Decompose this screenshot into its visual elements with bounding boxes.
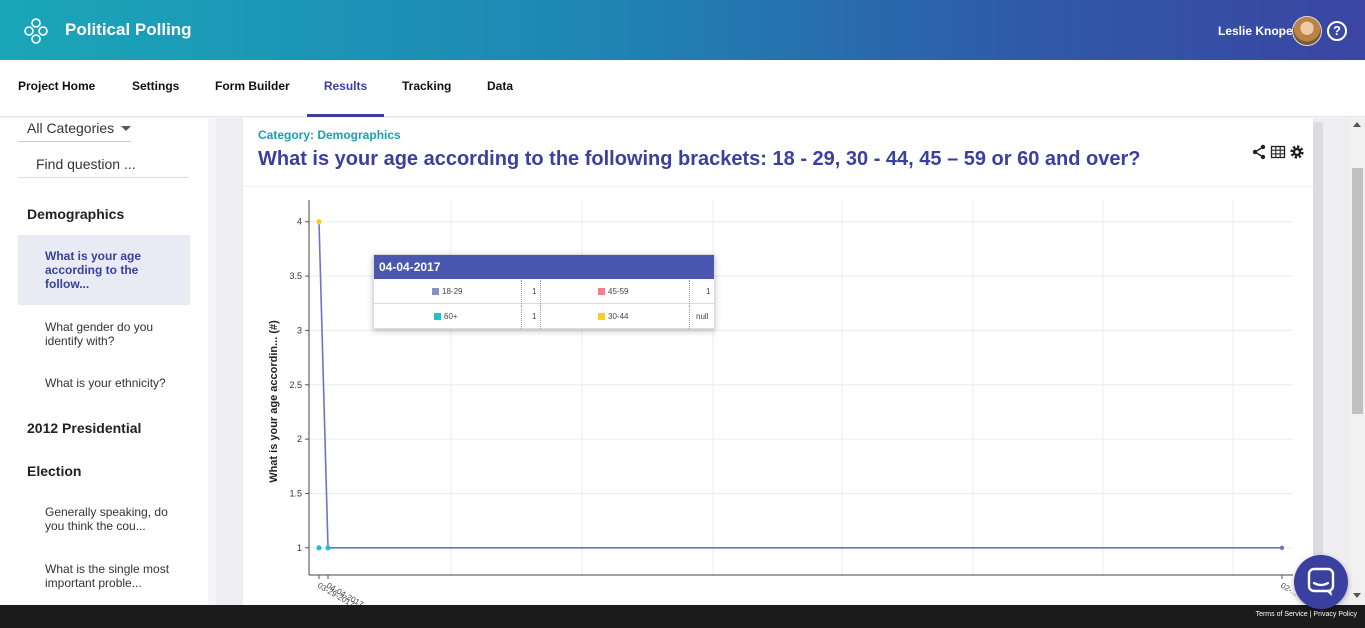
y-tick-label: 4 (297, 217, 302, 227)
y-tick-label: 2 (297, 434, 302, 444)
category-select[interactable]: All Categories (18, 118, 131, 142)
tooltip-series-value: null (696, 312, 709, 321)
tooltip-series-value: 1 (532, 287, 537, 296)
scroll-thumb[interactable] (1352, 168, 1363, 414)
tooltip-series-label: 60+ (434, 305, 458, 329)
divider (540, 280, 541, 304)
app-title[interactable]: Political Polling (65, 20, 192, 40)
card-actions (1251, 144, 1305, 160)
table-icon[interactable] (1270, 144, 1286, 160)
y-tick-label: 3 (297, 325, 302, 335)
user-name[interactable]: Leslie Knope (1218, 24, 1293, 38)
chevron-down-icon (121, 126, 131, 131)
share-icon[interactable] (1251, 144, 1267, 160)
sidebar-item-country-direction[interactable]: Generally speaking, do you think the cou… (18, 491, 190, 547)
data-point (325, 545, 331, 551)
chat-launcher-button[interactable] (1294, 555, 1348, 609)
tab-project-home[interactable]: Project Home (18, 79, 95, 117)
tab-tracking[interactable]: Tracking (402, 79, 451, 117)
tooltip-row: 60+ 1 30-44 null (374, 305, 714, 329)
category-select-value: All Categories (27, 120, 115, 136)
sidebar-item-gender[interactable]: What gender do you identify with? (18, 306, 190, 362)
divider (521, 305, 522, 329)
avatar[interactable] (1292, 16, 1322, 46)
series-swatch (432, 288, 439, 295)
question-category: Category: Demographics (258, 128, 401, 142)
question-title: What is your age according to the follow… (258, 148, 1141, 170)
app-logo-icon[interactable] (24, 18, 48, 44)
page-scrollbar[interactable] (1350, 118, 1365, 605)
tooltip-series-value: 1 (706, 287, 711, 296)
sidebar-heading-demographics: Demographics (27, 206, 125, 222)
divider (521, 280, 522, 304)
series-swatch (598, 313, 605, 320)
tab-data[interactable]: Data (487, 79, 513, 117)
tooltip-series-label: 18-29 (432, 280, 462, 304)
y-axis-label: What is your age accordin... (#) (268, 320, 280, 483)
sidebar-item-important-problem[interactable]: What is the single most important proble… (18, 548, 190, 604)
y-tick-label: 2.5 (289, 380, 302, 390)
chat-icon (1307, 567, 1335, 596)
results-panel: Category: Demographics What is your age … (216, 118, 1350, 605)
scroll-down-icon[interactable] (1353, 593, 1361, 598)
find-question-input[interactable] (18, 150, 189, 178)
divider (689, 280, 690, 304)
footer: Terms of Service | Privacy Policy (0, 605, 1365, 628)
tooltip-series-value: 1 (532, 312, 537, 321)
tooltip-row: 18-29 1 45-59 1 (374, 280, 714, 304)
y-tick-label: 1 (297, 543, 302, 553)
tab-results[interactable]: Results (307, 79, 384, 117)
line-chart: 11.522.533.5403-29-201704-04-2017 02-...W… (268, 200, 1299, 605)
sidebar-heading-presidential: 2012 Presidential (27, 420, 142, 436)
tooltip-series-label: 45-59 (598, 280, 628, 304)
question-sidebar: All Categories Demographics What is your… (0, 118, 208, 605)
series-swatch (598, 288, 605, 295)
sidebar-heading-election: Election (27, 463, 82, 479)
card-divider (243, 186, 1313, 187)
data-point (316, 219, 322, 225)
data-point (1279, 545, 1285, 551)
tooltip-date: 04-04-2017 (374, 255, 714, 279)
help-icon[interactable]: ? (1327, 21, 1347, 41)
scroll-up-icon[interactable] (1353, 122, 1361, 127)
divider (689, 305, 690, 329)
privacy-link[interactable]: Privacy Policy (1313, 611, 1357, 618)
top-bar: Political Polling Leslie Knope ? (0, 0, 1365, 60)
y-tick-label: 1.5 (289, 488, 302, 498)
tab-bar: Project Home Settings Form Builder Resul… (0, 60, 1365, 117)
terms-link[interactable]: Terms of Service (1256, 611, 1308, 618)
series-swatch (434, 313, 441, 320)
question-card: Category: Demographics What is your age … (243, 118, 1313, 605)
footer-links: Terms of Service | Privacy Policy (1256, 611, 1357, 618)
gear-icon[interactable] (1289, 144, 1305, 160)
panel-scrollbar[interactable] (1313, 122, 1323, 602)
sidebar-item-age[interactable]: What is your age according to the follow… (18, 235, 190, 305)
y-tick-label: 3.5 (289, 271, 302, 281)
data-point (316, 545, 322, 551)
divider (540, 305, 541, 329)
tooltip-series-label: 30-44 (598, 305, 628, 329)
chart-tooltip: 04-04-2017 18-29 1 45-59 1 60+ 1 30-44 n… (373, 254, 715, 329)
tab-form-builder[interactable]: Form Builder (215, 79, 290, 117)
sidebar-item-ethnicity[interactable]: What is your ethnicity? (18, 362, 190, 404)
tab-settings[interactable]: Settings (132, 79, 179, 117)
